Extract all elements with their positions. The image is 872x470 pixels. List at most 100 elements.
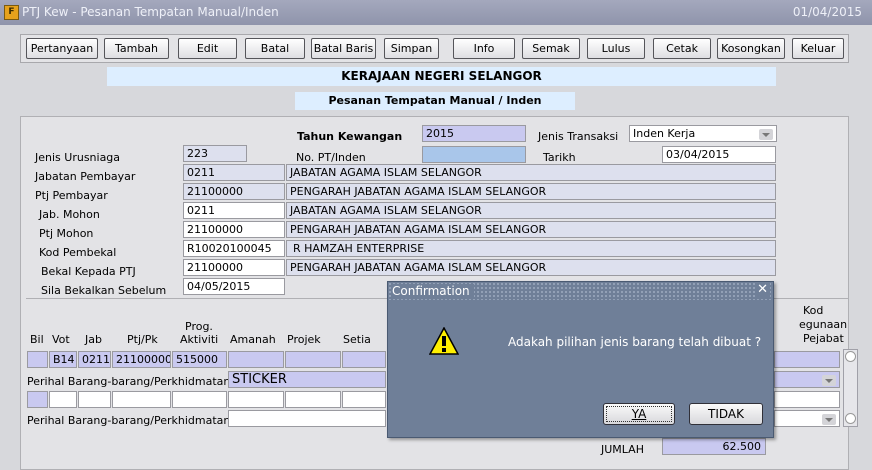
scroll-down-icon[interactable]	[845, 413, 856, 424]
tahun-kewangan-field[interactable]: 2015	[422, 125, 526, 142]
row1-kod[interactable]	[774, 351, 840, 368]
tarikh-field[interactable]: 03/04/2015	[662, 146, 776, 163]
banner-title: KERAJAAN NEGERI SELANGOR	[107, 67, 776, 86]
col-pejabat: Pejabat	[803, 332, 844, 345]
perihal-field-1[interactable]: STICKER	[228, 371, 386, 388]
col-vot: Vot	[52, 333, 70, 346]
dialog-message: Adakah pilihan jenis barang telah dibuat…	[508, 335, 762, 349]
tidak-button[interactable]: TIDAK	[689, 403, 763, 425]
window-title: PTJ Kew - Pesanan Tempatan Manual/Inden	[22, 5, 279, 19]
jab-mohon-name: JABATAN AGAMA ISLAM SELANGOR	[286, 202, 776, 219]
tarikh-label: Tarikh	[543, 151, 576, 164]
jumlah-field: 62.500	[662, 438, 766, 455]
no-pt-field[interactable]	[422, 146, 526, 163]
batal-baris-button[interactable]: Batal Baris	[311, 38, 376, 59]
perihal-select-2[interactable]	[774, 410, 840, 427]
row2-jab[interactable]	[78, 391, 111, 408]
scroll-up-icon[interactable]	[845, 351, 856, 362]
kod-pembekal-name: R HAMZAH ENTERPRISE	[286, 240, 776, 257]
row1-jab[interactable]: 0211	[78, 351, 111, 368]
row1-aktiviti[interactable]: 515000	[172, 351, 227, 368]
pertanyaan-button[interactable]: Pertanyaan	[26, 38, 98, 59]
jabatan-pembayar-name: JABATAN AGAMA ISLAM SELANGOR	[286, 164, 776, 181]
col-bil: Bil	[30, 333, 44, 346]
perihal-label-2: Perihal Barang-barang/Perkhidmatan	[27, 414, 231, 427]
row2-projek[interactable]	[285, 391, 341, 408]
perihal-select-1[interactable]	[774, 371, 840, 388]
ya-label: YA	[631, 407, 647, 421]
row1-amanah[interactable]	[228, 351, 284, 368]
jab-mohon-code[interactable]: 0211	[183, 202, 285, 219]
row2-kod[interactable]	[774, 391, 840, 408]
ptj-pembayar-code[interactable]: 21100000	[183, 183, 285, 200]
col-prog: Prog.	[185, 320, 213, 333]
keluar-button[interactable]: Keluar	[792, 38, 844, 59]
bekal-kepada-label: Bekal Kepada PTJ	[41, 265, 136, 278]
perihal-field-2[interactable]	[228, 410, 386, 427]
dialog-titlebar: Confirmation	[388, 282, 773, 300]
col-kegunaan: egunaan	[799, 318, 848, 331]
simpan-button[interactable]: Simpan	[384, 38, 439, 59]
batal-button[interactable]: Batal	[245, 38, 305, 59]
banner-subtitle: Pesanan Tempatan Manual / Inden	[295, 92, 575, 110]
jumlah-label: JUMLAH	[601, 443, 644, 456]
ptj-mohon-code[interactable]: 21100000	[183, 221, 285, 238]
row2-aktiviti[interactable]	[172, 391, 227, 408]
col-aktiviti: Aktiviti	[180, 333, 219, 346]
chevron-down-icon[interactable]	[759, 129, 773, 140]
col-kod: Kod	[803, 304, 824, 317]
kod-pembekal-code[interactable]: R10020100045	[183, 240, 285, 257]
sila-bekalkan-label: Sila Bekalkan Sebelum	[41, 284, 167, 297]
dialog-title: Confirmation	[392, 284, 474, 298]
col-projek: Projek	[287, 333, 321, 346]
row1-vot[interactable]: B14	[49, 351, 77, 368]
tahun-kewangan-label: Tahun Kewangan	[297, 130, 403, 143]
cetak-button[interactable]: Cetak	[653, 38, 711, 59]
row2-vot[interactable]	[49, 391, 77, 408]
ptj-pembayar-name: PENGARAH JABATAN AGAMA ISLAM SELANGOR	[286, 183, 776, 200]
row1-projek[interactable]	[285, 351, 341, 368]
window-date: 01/04/2015	[792, 5, 862, 19]
tidak-label: TIDAK	[708, 407, 744, 421]
sila-bekalkan-field[interactable]: 04/05/2015	[183, 278, 285, 295]
chevron-down-icon[interactable]	[822, 414, 836, 425]
info-button[interactable]: Info	[453, 38, 515, 59]
row1-ptj[interactable]: 21100000	[112, 351, 171, 368]
col-setia: Setia	[343, 333, 371, 346]
row2-ptj[interactable]	[112, 391, 171, 408]
semak-button[interactable]: Semak	[522, 38, 580, 59]
jab-mohon-label: Jab. Mohon	[39, 208, 100, 221]
jenis-urusniaga-field[interactable]: 223	[183, 145, 247, 162]
kosongkan-button[interactable]: Kosongkan	[717, 38, 785, 59]
jenis-transaksi-select[interactable]: Inden Kerja	[629, 125, 777, 142]
close-icon[interactable]: ✕	[755, 282, 770, 297]
edit-button[interactable]: Edit	[178, 38, 237, 59]
app-icon: F	[4, 5, 19, 20]
row2-amanah[interactable]	[228, 391, 284, 408]
jenis-urusniaga-label: Jenis Urusniaga	[35, 151, 121, 164]
bekal-kepada-name: PENGARAH JABATAN AGAMA ISLAM SELANGOR	[286, 259, 776, 276]
col-amanah: Amanah	[230, 333, 276, 346]
no-pt-label: No. PT/Inden	[296, 151, 366, 164]
row2-setia[interactable]	[342, 391, 386, 408]
kod-pembekal-label: Kod Pembekal	[39, 246, 117, 259]
jabatan-pembayar-code[interactable]: 0211	[183, 164, 285, 181]
tambah-button[interactable]: Tambah	[104, 38, 169, 59]
jenis-transaksi-value: Inden Kerja	[633, 127, 696, 140]
perihal-label-1: Perihal Barang-barang/Perkhidmatan	[27, 375, 231, 388]
row1-setia[interactable]	[342, 351, 386, 368]
ptj-pembayar-label: Ptj Pembayar	[35, 189, 108, 202]
detail-scrollbar[interactable]	[843, 349, 858, 427]
ptj-mohon-name: PENGARAH JABATAN AGAMA ISLAM SELANGOR	[286, 221, 776, 238]
warning-icon	[429, 327, 459, 355]
jenis-transaksi-label: Jenis Transaksi	[538, 130, 619, 143]
row2-bil[interactable]	[27, 391, 48, 408]
chevron-down-icon[interactable]	[822, 375, 836, 386]
ya-button[interactable]: YA	[603, 403, 675, 425]
lulus-button[interactable]: Lulus	[587, 38, 645, 59]
row1-bil[interactable]	[27, 351, 48, 368]
toolbar: Pertanyaan Tambah Edit Batal Batal Baris…	[20, 34, 849, 63]
window-titlebar: F PTJ Kew - Pesanan Tempatan Manual/Inde…	[0, 0, 872, 25]
col-jab: Jab	[85, 333, 102, 346]
bekal-kepada-code[interactable]: 21100000	[183, 259, 285, 276]
